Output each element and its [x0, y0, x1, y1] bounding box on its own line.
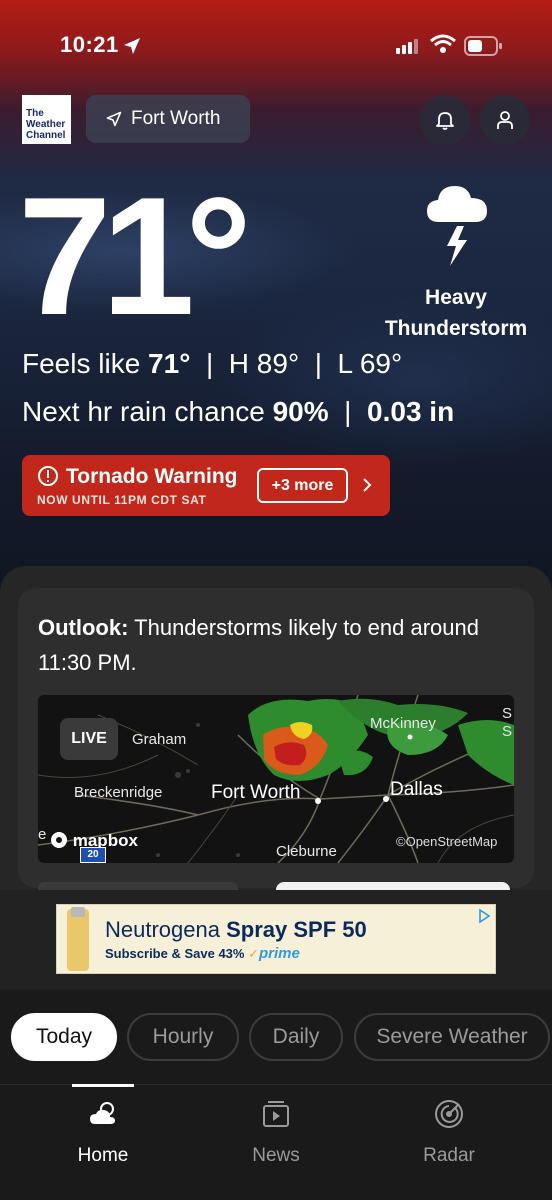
condition-line: Heavy	[425, 286, 487, 309]
mapbox-icon	[51, 832, 67, 848]
map-attribution[interactable]: ©OpenStreetMap	[396, 834, 497, 849]
separator: |	[306, 348, 330, 379]
outlook-text: Outlook: Thunderstorms likely to end aro…	[38, 610, 508, 680]
high-temp: H 89°	[228, 348, 300, 379]
rain-chance: 90%	[272, 396, 329, 427]
location-arrow-icon	[106, 111, 122, 127]
ad-offer: Subscribe & Save 43%	[105, 946, 245, 961]
nav-news[interactable]: News	[221, 1098, 331, 1167]
nav-radar-label: Radar	[423, 1145, 475, 1166]
alert-subtitle: NOW UNTIL 11PM CDT SAT	[37, 493, 207, 507]
alert-circle-icon	[38, 466, 58, 486]
map-label-breckenridge: Breckenridge	[74, 784, 163, 801]
ad-check: ✓	[248, 946, 259, 961]
battery-icon	[464, 36, 502, 56]
tornado-warning-alert[interactable]: Tornado Warning NOW UNTIL 11PM CDT SAT +…	[22, 455, 390, 516]
rain-amount: 0.03 in	[367, 396, 455, 427]
tab-hourly[interactable]: Hourly	[127, 1013, 239, 1061]
profile-button[interactable]	[480, 95, 530, 145]
tab-severe-weather[interactable]: Severe Weather	[354, 1013, 550, 1061]
logo-line: Weather	[26, 119, 66, 130]
map-label-partial: S	[502, 705, 513, 722]
logo-line: Channel	[26, 130, 66, 141]
cloud-sun-icon	[90, 1102, 115, 1124]
thunderstorm-icon	[427, 186, 487, 266]
nav-home[interactable]: Home	[48, 1098, 158, 1167]
live-badge: LIVE	[60, 718, 118, 760]
nav-home-label: Home	[77, 1145, 129, 1166]
ad-product: Spray SPF 50	[226, 917, 367, 942]
ad-banner[interactable]: Neutrogena Spray SPF 50 Subscribe & Save…	[56, 904, 496, 974]
status-time: 10:21	[60, 32, 119, 57]
user-icon	[497, 111, 513, 129]
low-temp: L 69°	[337, 348, 403, 379]
ad-prime: prime	[259, 945, 300, 962]
ad-headline: Neutrogena Spray SPF 50	[105, 917, 367, 943]
location-name: Fort Worth	[131, 108, 221, 129]
rain-label: Next hr rain chance	[22, 396, 265, 427]
tab-daily[interactable]: Daily	[249, 1013, 343, 1061]
weather-channel-logo[interactable]: The Weather Channel	[22, 95, 71, 144]
ad-brand: Neutrogena	[105, 917, 220, 942]
map-label-dallas: Dallas	[390, 779, 443, 800]
tab-today[interactable]: Today	[11, 1013, 117, 1061]
map-label-graham: Graham	[132, 731, 187, 748]
radar-map[interactable]: LIVE Graham McKinney Breckenridge Fort W…	[38, 695, 514, 863]
separator: |	[336, 396, 360, 427]
chevron-right-icon	[363, 478, 372, 492]
more-alerts-button[interactable]: +3 more	[257, 468, 348, 503]
cellular-signal-icon	[396, 39, 418, 54]
product-image	[67, 907, 89, 971]
wifi-icon	[430, 34, 456, 53]
radar-icon	[435, 1100, 463, 1128]
nav-news-label: News	[252, 1145, 300, 1166]
feels-like-row: Feels like 71° | H 89° | L 69°	[22, 348, 402, 380]
alert-title: Tornado Warning	[66, 465, 238, 488]
interstate-shield: 20	[80, 847, 106, 863]
video-icon	[263, 1101, 289, 1127]
ad-offer-line: Subscribe & Save 43% ✓prime	[105, 945, 300, 962]
status-bar: 10:21	[0, 28, 552, 64]
nav-radar[interactable]: Radar	[394, 1098, 504, 1167]
map-label-mckinney: McKinney	[370, 715, 436, 732]
feels-like-value: 71°	[148, 348, 191, 379]
logo-line: The	[26, 108, 44, 119]
ad-choices-icon[interactable]	[477, 909, 491, 923]
condition-line: Thunderstorm	[384, 317, 528, 340]
bell-icon	[436, 112, 454, 130]
separator: |	[198, 348, 222, 379]
condition-text: Heavy Thunderstorm	[370, 282, 542, 344]
map-label-fort-worth: Fort Worth	[211, 782, 301, 803]
location-arrow-icon	[124, 38, 140, 54]
outlook-label: Outlook:	[38, 615, 129, 640]
notifications-button[interactable]	[420, 95, 470, 145]
location-selector-button[interactable]: Fort Worth	[86, 95, 250, 143]
feels-like-label: Feels like	[22, 348, 141, 379]
current-temperature: 71°	[18, 162, 252, 350]
map-label-cleburne: Cleburne	[276, 843, 337, 860]
map-label-partial: S	[502, 723, 513, 740]
active-tab-indicator	[72, 1084, 134, 1087]
rain-row: Next hr rain chance 90% | 0.03 in	[22, 396, 454, 428]
map-label-partial: e	[38, 826, 47, 843]
